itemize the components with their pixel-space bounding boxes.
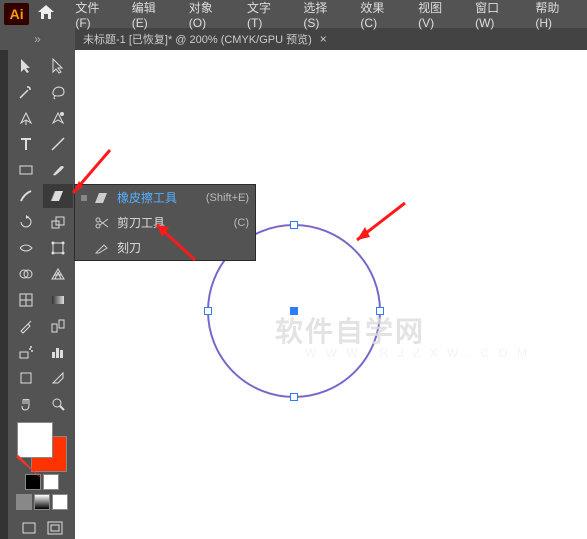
knife-icon bbox=[93, 241, 111, 255]
menu-view[interactable]: 视图(V) bbox=[410, 0, 465, 34]
menu-bar: Ai 文件(F) 编辑(E) 对象(O) 文字(T) 选择(S) 效果(C) 视… bbox=[0, 0, 587, 28]
color-mode-gradient[interactable] bbox=[34, 494, 50, 510]
type-tool[interactable] bbox=[11, 132, 41, 156]
curvature-tool[interactable] bbox=[43, 106, 73, 130]
document-title: 未标题-1 [已恢复]* @ 200% (CMYK/GPU 预览) bbox=[83, 31, 312, 47]
perspective-grid-tool[interactable] bbox=[43, 262, 73, 286]
canvas[interactable]: 软件自学网 W W W . R J Z X W . C O M bbox=[75, 50, 587, 539]
scissors-icon bbox=[93, 216, 111, 230]
direct-selection-tool[interactable] bbox=[43, 54, 73, 78]
tool-grid bbox=[11, 54, 73, 416]
anchor-top[interactable] bbox=[290, 221, 298, 229]
flyout-scissors-shortcut: (C) bbox=[234, 217, 249, 229]
screen-mode-row bbox=[18, 518, 66, 538]
screen-mode-icon[interactable] bbox=[44, 518, 66, 538]
color-mode-row bbox=[16, 494, 68, 510]
mesh-tool[interactable] bbox=[11, 288, 41, 312]
lasso-tool[interactable] bbox=[43, 80, 73, 104]
symbol-sprayer-tool[interactable] bbox=[11, 340, 41, 364]
width-tool[interactable] bbox=[11, 236, 41, 260]
annotation-arrow-2 bbox=[145, 215, 205, 275]
color-mode-solid[interactable] bbox=[16, 494, 32, 510]
eyedropper-tool[interactable] bbox=[11, 314, 41, 338]
toolbox-panel bbox=[8, 50, 75, 539]
rectangle-tool[interactable] bbox=[11, 158, 41, 182]
column-graph-tool[interactable] bbox=[43, 340, 73, 364]
hand-tool[interactable] bbox=[11, 392, 41, 416]
free-transform-tool[interactable] bbox=[43, 236, 73, 260]
draw-mode-icon[interactable] bbox=[18, 518, 40, 538]
shape-builder-tool[interactable] bbox=[11, 262, 41, 286]
shaper-tool[interactable] bbox=[11, 184, 41, 208]
flyout-eraser-label: 橡皮擦工具 bbox=[117, 189, 200, 206]
annotation-arrow-1 bbox=[65, 145, 115, 205]
close-tab-icon[interactable]: × bbox=[320, 32, 327, 46]
scale-tool[interactable] bbox=[43, 210, 73, 234]
anchor-bottom[interactable] bbox=[290, 393, 298, 401]
color-swatch[interactable] bbox=[17, 422, 67, 472]
app-logo: Ai bbox=[4, 3, 29, 25]
menu-window[interactable]: 窗口(W) bbox=[467, 0, 525, 34]
menu-help[interactable]: 帮助(H) bbox=[527, 0, 583, 34]
anchor-left[interactable] bbox=[204, 307, 212, 315]
slice-tool[interactable] bbox=[43, 366, 73, 390]
magic-wand-tool[interactable] bbox=[11, 80, 41, 104]
toolbar-overflow[interactable]: » bbox=[0, 28, 75, 50]
flyout-eraser-shortcut: (Shift+E) bbox=[206, 192, 249, 204]
document-tab[interactable]: 未标题-1 [已恢复]* @ 200% (CMYK/GPU 预览) × bbox=[75, 28, 335, 50]
watermark-subtext: W W W . R J Z X W . C O M bbox=[305, 346, 530, 360]
color-mode-none[interactable] bbox=[52, 494, 68, 510]
pen-tool[interactable] bbox=[11, 106, 41, 130]
rotate-tool[interactable] bbox=[11, 210, 41, 234]
menu-effect[interactable]: 效果(C) bbox=[352, 0, 408, 34]
anchor-right[interactable] bbox=[376, 307, 384, 315]
zoom-tool[interactable] bbox=[43, 392, 73, 416]
left-gutter bbox=[0, 50, 8, 539]
gradient-tool[interactable] bbox=[43, 288, 73, 312]
blend-tool[interactable] bbox=[43, 314, 73, 338]
artboard-tool[interactable] bbox=[11, 366, 41, 390]
annotation-arrow-3 bbox=[345, 195, 415, 255]
selection-tool[interactable] bbox=[11, 54, 41, 78]
main-area: 软件自学网 W W W . R J Z X W . C O M bbox=[0, 50, 587, 539]
home-icon[interactable] bbox=[37, 4, 55, 25]
anchor-center[interactable] bbox=[290, 307, 298, 315]
fill-color-swatch[interactable] bbox=[17, 422, 53, 458]
